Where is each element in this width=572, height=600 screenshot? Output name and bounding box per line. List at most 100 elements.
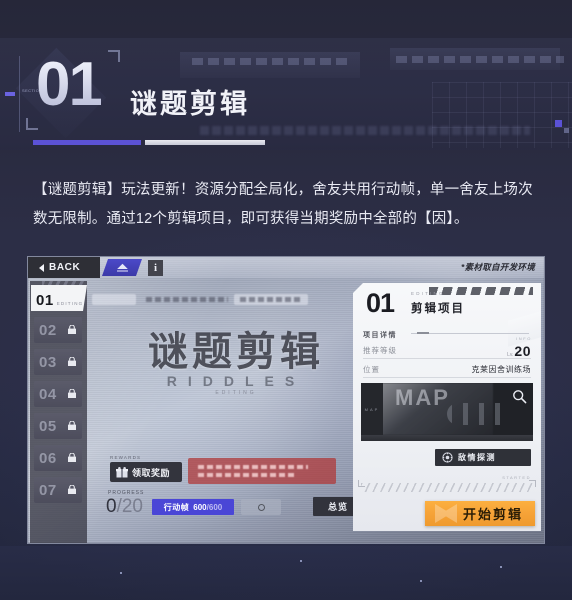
chapter-rail: 01 EDITING 02 03 04 05 06 07: [30, 281, 87, 543]
lock-icon: [68, 485, 76, 494]
rail-item-sublabel: EDITING: [56, 301, 84, 306]
hud-blur-line-2: [240, 297, 302, 302]
header-number: 01: [36, 50, 103, 119]
section-info-label: INFO: [516, 336, 532, 341]
header-square-accent-2: [564, 128, 569, 133]
rail-item-04[interactable]: 04: [34, 381, 82, 407]
star-decor: [120, 572, 122, 574]
card-header: 01 EDITING 剪辑项目: [353, 283, 541, 347]
header-band: SECTION 01 谜题剪辑: [0, 38, 572, 150]
progress-total: 20: [121, 496, 143, 517]
star-decor: [500, 566, 502, 568]
progress-counter: 0/20: [106, 496, 143, 518]
action-frame-badge[interactable]: 行动帧 600/600: [152, 499, 234, 515]
header-grid-decor: [432, 82, 572, 148]
rail-item-03[interactable]: 03: [34, 349, 82, 375]
card-cut-decor: [508, 311, 541, 347]
stage-title-en: RIDDLES: [166, 373, 306, 389]
card-number: 01: [366, 288, 395, 318]
info-button[interactable]: i: [148, 260, 163, 276]
detail-row-value: 克莱因舍训练场: [471, 365, 531, 374]
detail-row-level: 推荐等级 Lv.20: [363, 343, 531, 359]
rail-item-label: 04: [39, 385, 57, 403]
star-decor: [300, 560, 302, 562]
lock-icon: [68, 453, 76, 462]
detail-row-value: Lv.20: [507, 343, 531, 359]
mail-button[interactable]: [102, 259, 142, 276]
card-title: 剪辑项目: [411, 303, 465, 315]
hud-blur-line-1: [146, 297, 228, 302]
rail-item-label: 03: [39, 353, 57, 371]
progress-current: 0: [106, 496, 117, 517]
header-underline-purple: [33, 140, 141, 145]
enemy-detect-button[interactable]: 敌情探测: [435, 449, 531, 466]
rail-item-05[interactable]: 05: [34, 413, 82, 439]
map-arrow-track: [447, 403, 511, 425]
action-frame-current: 600: [193, 502, 207, 512]
start-small-label: STARTED: [502, 475, 531, 480]
detail-row-key: 推荐等级: [363, 346, 397, 355]
start-editing-label: 开始剪辑: [462, 507, 523, 522]
claim-reward-button[interactable]: 领取奖励: [110, 462, 182, 482]
reward-small-label: REWARDS: [110, 455, 142, 460]
map-side-label: MAP: [361, 383, 383, 435]
warning-line-1: [198, 465, 308, 469]
rail-item-06[interactable]: 06: [34, 445, 82, 471]
detail-row-key: 位置: [363, 365, 380, 374]
header-dash-1: [192, 58, 352, 65]
game-topbar: BACK i *素材取自开发环境: [28, 257, 544, 278]
map-bottom-bar: [361, 435, 533, 441]
header-rect-decor-1: [180, 52, 360, 78]
level-prefix: Lv.: [507, 351, 514, 358]
rail-item-label: 07: [39, 481, 57, 499]
rail-item-02[interactable]: 02: [34, 317, 82, 343]
action-frame-key: 行动帧: [163, 502, 190, 512]
rail-item-label: 01: [36, 292, 54, 309]
header-corner-top-right: [108, 50, 120, 62]
game-screenshot: BACK i *素材取自开发环境 01 EDITING 02 03 04 05 …: [27, 256, 545, 544]
stage-title-block: 谜题剪辑 RIDDLES EDITING: [116, 319, 356, 396]
page-title: 谜题剪辑: [130, 89, 250, 119]
enemy-detect-label: 敌情探测: [458, 453, 496, 462]
map-preview[interactable]: MAP MAP: [361, 383, 533, 435]
gift-icon: [116, 466, 128, 477]
header-vertical-line: [19, 56, 20, 132]
header-tick-arrow-icon: [5, 92, 15, 96]
header-dash-2: [396, 56, 564, 63]
stage-title-cn: 谜题剪辑: [148, 330, 324, 374]
section-label: 项目详情: [363, 332, 397, 339]
lock-icon: [68, 389, 76, 398]
envelope-icon: [116, 263, 129, 272]
lock-icon: [68, 325, 76, 334]
rail-item-label: 05: [39, 417, 57, 435]
start-editing-button[interactable]: 开始剪辑: [425, 501, 535, 526]
footer-shelf: [0, 546, 572, 600]
lock-icon: [68, 421, 76, 430]
chevron-track-decor: [361, 483, 533, 492]
rail-item-label: 02: [39, 321, 57, 339]
warning-line-2: [198, 473, 294, 477]
radar-icon: [442, 452, 453, 463]
stage-title-en-sub: EDITING: [215, 390, 257, 396]
action-frame-max: /600: [206, 502, 223, 512]
circle-icon: [257, 503, 265, 511]
magnifier-icon[interactable]: [512, 389, 527, 404]
back-button[interactable]: BACK: [28, 257, 100, 278]
rail-item-label: 06: [39, 449, 57, 467]
header-underline-white: [145, 140, 265, 145]
project-detail-card: 01 EDITING 剪辑项目 项目详情 INFO 推荐等级 Lv.20 位置 …: [353, 283, 541, 531]
claim-reward-label: 领取奖励: [132, 467, 171, 478]
detail-row-location: 位置 克莱因舍训练场: [363, 362, 531, 378]
description-text: 【谜题剪辑】玩法更新！资源分配全局化，舍友共用行动帧，单一舍友上场次数无限制。通…: [33, 182, 533, 227]
back-button-label: BACK: [49, 262, 81, 273]
header-blur-text: [200, 126, 530, 135]
star-decor: [420, 580, 422, 582]
rail-item-01[interactable]: 01 EDITING: [31, 285, 87, 311]
back-arrow-icon: [39, 263, 44, 272]
hud-pill-left: [92, 294, 136, 305]
card-sub-en: EDITING: [411, 291, 445, 296]
header-corner-bottom-left: [26, 118, 38, 130]
refresh-button[interactable]: [241, 499, 281, 515]
section-divider: [411, 332, 529, 334]
rail-item-07[interactable]: 07: [34, 477, 82, 503]
